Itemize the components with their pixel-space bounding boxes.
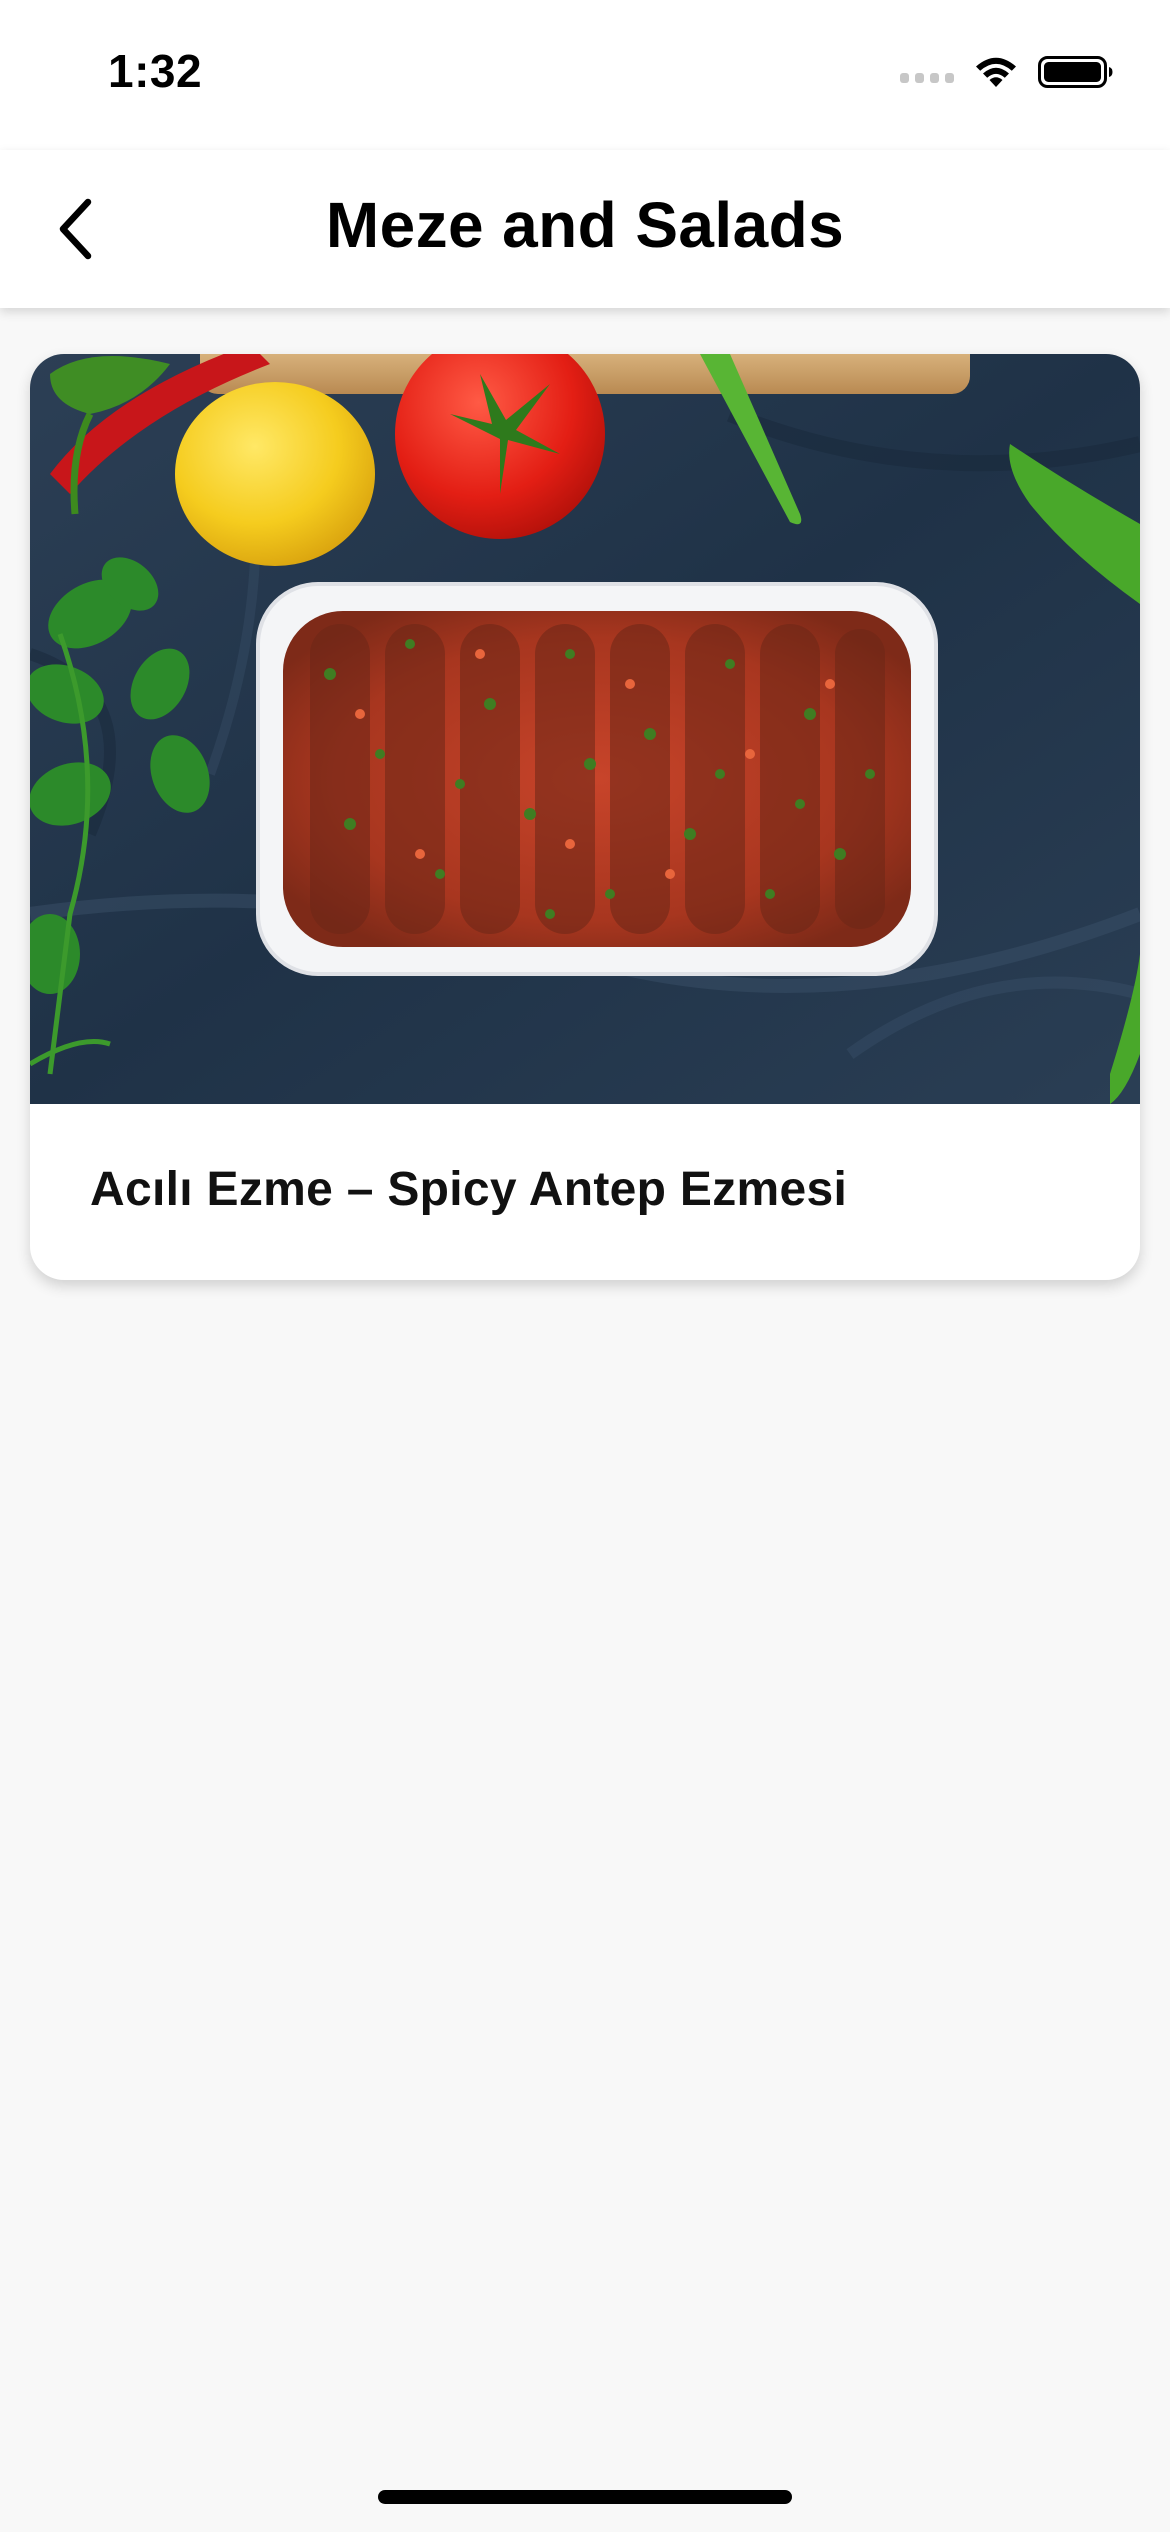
recipe-card[interactable]: Acılı Ezme – Spicy Antep Ezmesi xyxy=(30,354,1140,1280)
wifi-icon xyxy=(976,57,1016,87)
recipe-photo xyxy=(30,354,1140,1104)
home-indicator[interactable] xyxy=(378,2490,792,2504)
status-time: 1:32 xyxy=(108,45,203,97)
battery-icon xyxy=(1038,56,1113,88)
status-bar: 1:32 xyxy=(0,0,1170,150)
cellular-signal-icon xyxy=(900,61,954,83)
navigation-bar: Meze and Salads xyxy=(0,150,1170,308)
status-indicators xyxy=(900,52,1114,92)
recipe-list: Acılı Ezme – Spicy Antep Ezmesi xyxy=(0,308,1170,2532)
page-title: Meze and Salads xyxy=(325,189,845,261)
recipe-title: Acılı Ezme – Spicy Antep Ezmesi xyxy=(90,1163,848,1216)
app-screen: 1:32 Meze and Salads Acılı Ezme – Spicy … xyxy=(0,0,1170,2532)
